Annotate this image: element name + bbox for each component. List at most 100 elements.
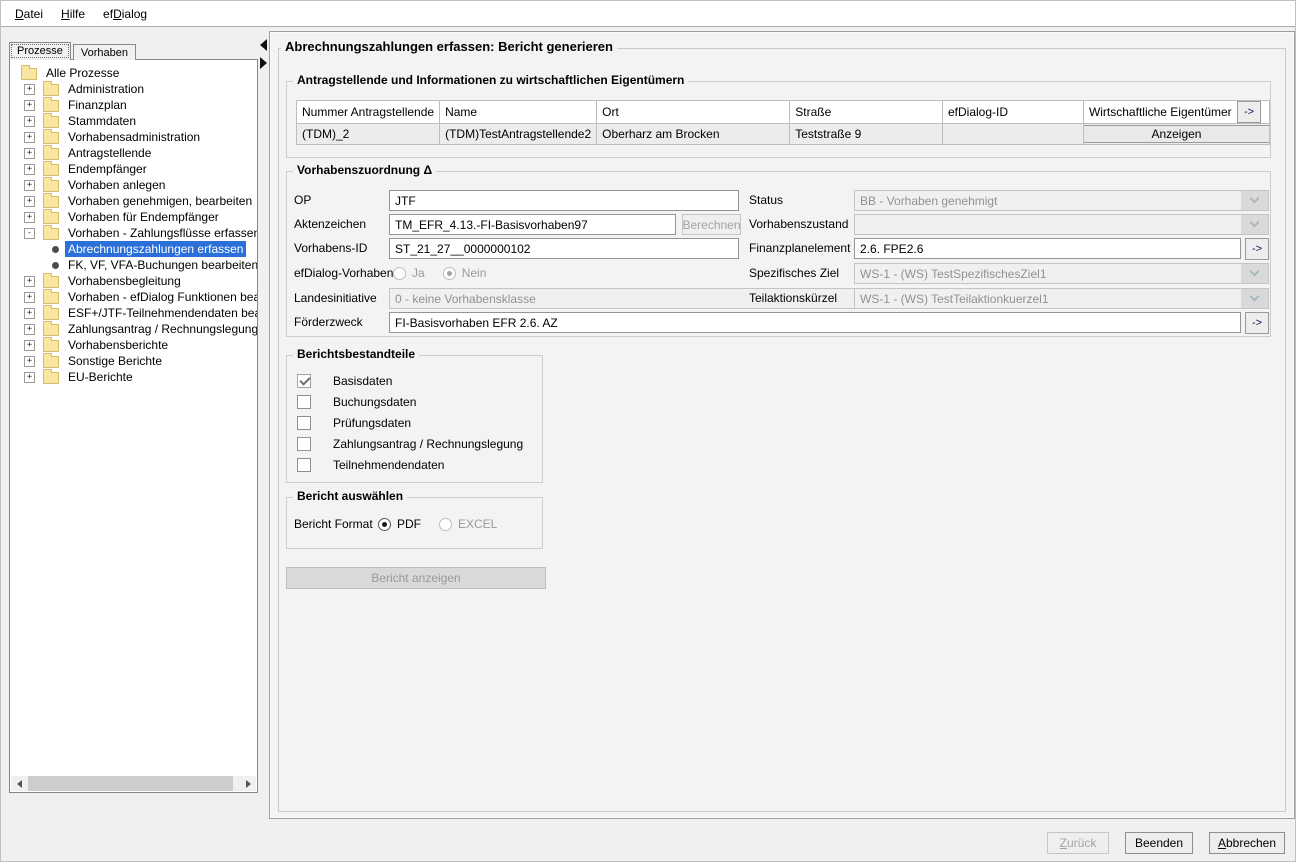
tree-item-fk-vf-vfa-buchungen-bearbeiten[interactable]: FK, VF, VFA-Buchungen bearbeiten: [10, 257, 257, 273]
tree-item-alle-prozesse[interactable]: Alle Prozesse: [10, 65, 257, 81]
tree-item-stammdaten[interactable]: +Stammdaten: [10, 113, 257, 129]
status-label: Status: [749, 190, 783, 210]
vorhabenszustand-combo[interactable]: [854, 214, 1269, 235]
foerderzweck-arrow-button[interactable]: ->: [1245, 312, 1269, 334]
menu-item-hilfe[interactable]: Hilfe: [52, 3, 94, 25]
table-cell: Teststraße 9: [790, 124, 943, 145]
table-cell: Oberharz am Brocken: [597, 124, 790, 145]
radio-ja[interactable]: [393, 267, 406, 280]
folder-icon: [43, 292, 59, 304]
collapse-right-icon[interactable]: [260, 57, 267, 69]
abbrechen-button[interactable]: Abbrechen: [1209, 832, 1285, 854]
finanzplanelement-arrow-button[interactable]: ->: [1245, 238, 1269, 260]
tree-item-vorhabensbegleitung[interactable]: +Vorhabensbegleitung: [10, 273, 257, 289]
tree-item-vorhaben-genehmigen-bearbeiten[interactable]: +Vorhaben genehmigen, bearbeiten: [10, 193, 257, 209]
tree-item-vorhaben-anlegen[interactable]: +Vorhaben anlegen: [10, 177, 257, 193]
tree-item-finanzplan[interactable]: +Finanzplan: [10, 97, 257, 113]
tree-item-label: Zahlungsantrag / Rechnungslegung: [65, 321, 258, 337]
checkbox-label-teilnehmendendaten: Teilnehmendendaten: [333, 458, 444, 472]
folder-icon: [43, 164, 59, 176]
tab-vorhaben[interactable]: Vorhaben: [73, 44, 136, 60]
anzeigen-button[interactable]: Anzeigen: [1083, 125, 1269, 143]
status-combo[interactable]: BB - Vorhaben genehmigt: [854, 190, 1269, 211]
checkbox-buchungsdaten[interactable]: [297, 395, 311, 409]
collapse-triangle-icon[interactable]: Δ: [423, 163, 432, 177]
tree-item-vorhabensadministration[interactable]: +Vorhabensadministration: [10, 129, 257, 145]
folder-icon: [43, 324, 59, 336]
tree-item-vorhabensberichte[interactable]: +Vorhabensberichte: [10, 337, 257, 353]
tree-item-label: FK, VF, VFA-Buchungen bearbeiten: [65, 257, 258, 273]
bericht-format-radiogroup: PDFEXCEL: [378, 517, 509, 531]
tree-expander-icon[interactable]: +: [24, 100, 35, 111]
scrollbar-thumb[interactable]: [28, 776, 233, 791]
tree-item-antragstellende[interactable]: +Antragstellende: [10, 145, 257, 161]
aktenzeichen-field[interactable]: TM_EFR_4.13.-FI-Basisvorhaben97: [389, 214, 676, 235]
status-dropdown-button[interactable]: [1241, 191, 1268, 210]
vorhabenszustand-dropdown-button[interactable]: [1241, 215, 1268, 234]
tree-item-endempf-nger[interactable]: +Endempfänger: [10, 161, 257, 177]
tree-item-vorhaben-f-r-endempf-nger[interactable]: +Vorhaben für Endempfänger: [10, 209, 257, 225]
checkbox-zahlungsantrag-rechnungslegung[interactable]: [297, 437, 311, 451]
tree-expander-icon[interactable]: +: [24, 324, 35, 335]
radio-pdf[interactable]: [378, 518, 391, 531]
menu-item-efdialog[interactable]: efDialog: [94, 3, 156, 25]
scroll-right-button[interactable]: [240, 776, 256, 791]
tree-expander-icon[interactable]: +: [24, 196, 35, 207]
tree-expander-icon[interactable]: +: [24, 356, 35, 367]
bericht-anzeigen-button[interactable]: Bericht anzeigen: [286, 567, 546, 589]
tree-item-label: Abrechnungszahlungen erfassen: [65, 241, 246, 257]
aktenzeichen-label: Aktenzeichen: [294, 214, 366, 234]
report-parts-list: BasisdatenBuchungsdatenPrüfungsdatenZahl…: [287, 370, 542, 475]
tree-expander-icon[interactable]: +: [24, 292, 35, 303]
spezifisches-ziel-dropdown-button[interactable]: [1241, 264, 1268, 283]
tree-expander-icon[interactable]: +: [24, 308, 35, 319]
beenden-button[interactable]: Beenden: [1125, 832, 1193, 854]
teilaktionskuerzel-dropdown-button[interactable]: [1241, 289, 1268, 308]
panel-splitter[interactable]: [259, 31, 269, 819]
tree-item-zahlungsantrag-rechnungslegung[interactable]: + Zahlungsantrag / Rechnungslegung: [10, 321, 257, 337]
foerderzweck-field[interactable]: FI-Basisvorhaben EFR 2.6. AZ: [389, 312, 1241, 333]
tree-horizontal-scrollbar[interactable]: [11, 776, 256, 791]
tree-expander-icon[interactable]: +: [24, 116, 35, 127]
efdialog-vorhaben-label: efDialog-Vorhaben: [294, 263, 393, 283]
checkbox-teilnehmendendaten[interactable]: [297, 458, 311, 472]
tree-item-abrechnungszahlungen-erfassen[interactable]: Abrechnungszahlungen erfassen: [10, 241, 257, 257]
tree-expander-icon[interactable]: +: [24, 276, 35, 287]
checkbox-basisdaten[interactable]: [297, 374, 311, 388]
tree-expander-icon[interactable]: +: [24, 84, 35, 95]
scroll-left-button[interactable]: [11, 776, 27, 791]
finanzplanelement-field[interactable]: 2.6. FPE2.6: [854, 238, 1241, 259]
tree-item-vorhaben-zahlungsfl-sse-erfassen[interactable]: -Vorhaben - Zahlungsflüsse erfassen: [10, 225, 257, 241]
tree-expander-icon[interactable]: +: [24, 212, 35, 223]
tree-expander-icon[interactable]: +: [24, 372, 35, 383]
tree-item-administration[interactable]: +Administration: [10, 81, 257, 97]
tab-prozesse[interactable]: Prozesse: [9, 42, 71, 60]
collapse-left-icon[interactable]: [260, 39, 267, 51]
vorhabens-id-field[interactable]: ST_21_27__0000000102: [389, 238, 739, 259]
radio-excel[interactable]: [439, 518, 452, 531]
menu-item-datei[interactable]: Datei: [6, 3, 52, 25]
table-cell: [943, 124, 1084, 145]
teilaktionskuerzel-combo[interactable]: WS-1 - (WS) TestTeilaktionkuerzel1: [854, 288, 1269, 309]
spezifisches-ziel-combo[interactable]: WS-1 - (WS) TestSpezifischesZiel1: [854, 263, 1269, 284]
tree-expander-icon[interactable]: -: [24, 228, 35, 239]
tree-expander-icon[interactable]: +: [24, 132, 35, 143]
tree-expander-icon[interactable]: +: [24, 340, 35, 351]
tree-item-eu-berichte[interactable]: +EU-Berichte: [10, 369, 257, 385]
tree-item-vorhaben-efdialog-funktionen-bearbeiten[interactable]: +Vorhaben - efDialog Funktionen bearbeit…: [10, 289, 257, 305]
tree-expander-icon[interactable]: +: [24, 164, 35, 175]
checkbox-pr-fungsdaten[interactable]: [297, 416, 311, 430]
zuordnung-groupbox: Vorhabenszuordnung Δ OP JTF Aktenzeichen…: [286, 171, 1271, 337]
column-header-ort: Ort: [597, 101, 790, 124]
tree-item-esf-jtf-teilnehmendendaten-bearbeiten[interactable]: +ESF+/JTF-Teilnehmendendaten bearbeiten: [10, 305, 257, 321]
tree-expander-icon[interactable]: +: [24, 180, 35, 191]
zur-ck-button[interactable]: Zurück: [1047, 832, 1109, 854]
op-field[interactable]: JTF: [389, 190, 739, 211]
tree-item-sonstige-berichte[interactable]: +Sonstige Berichte: [10, 353, 257, 369]
radio-nein[interactable]: [443, 267, 456, 280]
berechnen-button[interactable]: Berechnen: [682, 214, 741, 235]
folder-icon: [43, 356, 59, 368]
applicants-detail-arrow-button[interactable]: ->: [1237, 101, 1261, 123]
table-row[interactable]: (TDM)_2(TDM)TestAntragstellende2Oberharz…: [297, 124, 1270, 145]
tree-expander-icon[interactable]: +: [24, 148, 35, 159]
